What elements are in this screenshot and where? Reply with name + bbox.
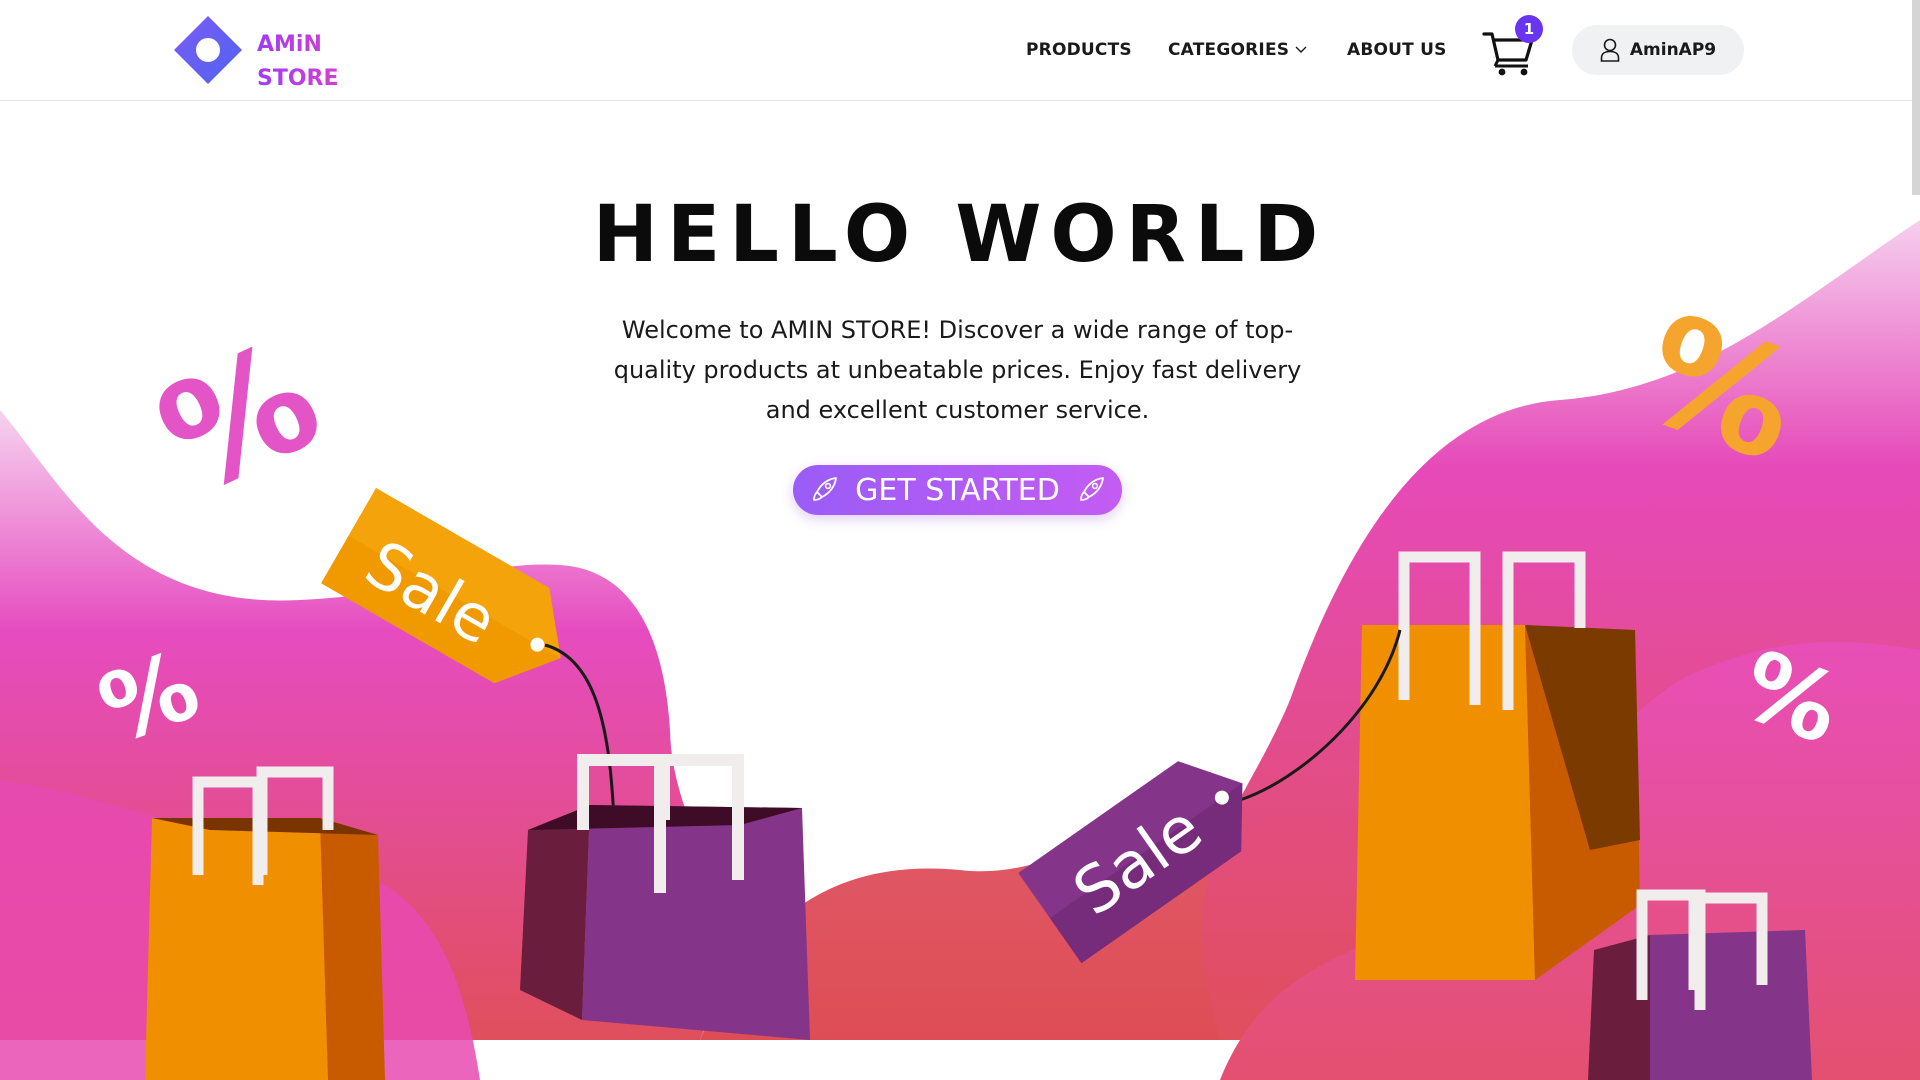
cart-count-badge: 1 bbox=[1515, 15, 1543, 43]
nav-categories[interactable]: CATEGORIES bbox=[1168, 40, 1307, 60]
page-scrollbar[interactable] bbox=[1912, 0, 1920, 195]
hero-title: HELLO WORLD bbox=[592, 190, 1328, 280]
nav-about-us[interactable]: ABOUT US bbox=[1347, 40, 1447, 60]
rocket-icon bbox=[813, 477, 838, 501]
user-icon bbox=[1600, 38, 1620, 62]
get-started-label: GET STARTED bbox=[855, 472, 1060, 508]
rocket-icon bbox=[1079, 477, 1104, 501]
username-label: AminAP9 bbox=[1629, 40, 1717, 60]
logo-diamond-icon bbox=[174, 16, 242, 84]
user-account-button[interactable]: AminAP9 bbox=[1572, 25, 1744, 75]
percent-symbol: % bbox=[135, 308, 345, 529]
get-started-button[interactable]: GET STARTED bbox=[793, 465, 1122, 515]
store-logo[interactable]: AMiN STORE bbox=[172, 14, 412, 86]
logo-line2: STORE bbox=[257, 66, 339, 91]
hero-illustration: % % % % Sale Sale bbox=[0, 220, 1920, 1080]
nav-products[interactable]: PRODUCTS bbox=[1026, 40, 1132, 60]
site-header: AMiN STORE PRODUCTS CATEGORIES ABOUT US … bbox=[0, 0, 1920, 101]
logo-line1: AMiN bbox=[257, 32, 322, 57]
nav-categories-label: CATEGORIES bbox=[1168, 40, 1290, 60]
hero-description: Welcome to AMIN STORE! Discover a wide r… bbox=[613, 316, 1302, 424]
logo-text: AMiN STORE bbox=[257, 28, 339, 96]
chevron-down-icon bbox=[1295, 46, 1307, 53]
